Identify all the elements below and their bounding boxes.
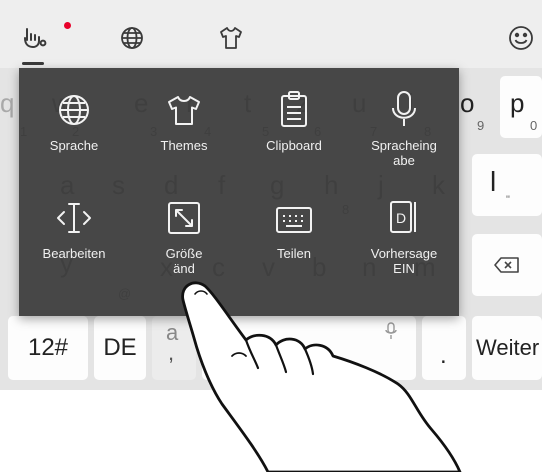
pointing-hand-illustration <box>181 281 462 472</box>
